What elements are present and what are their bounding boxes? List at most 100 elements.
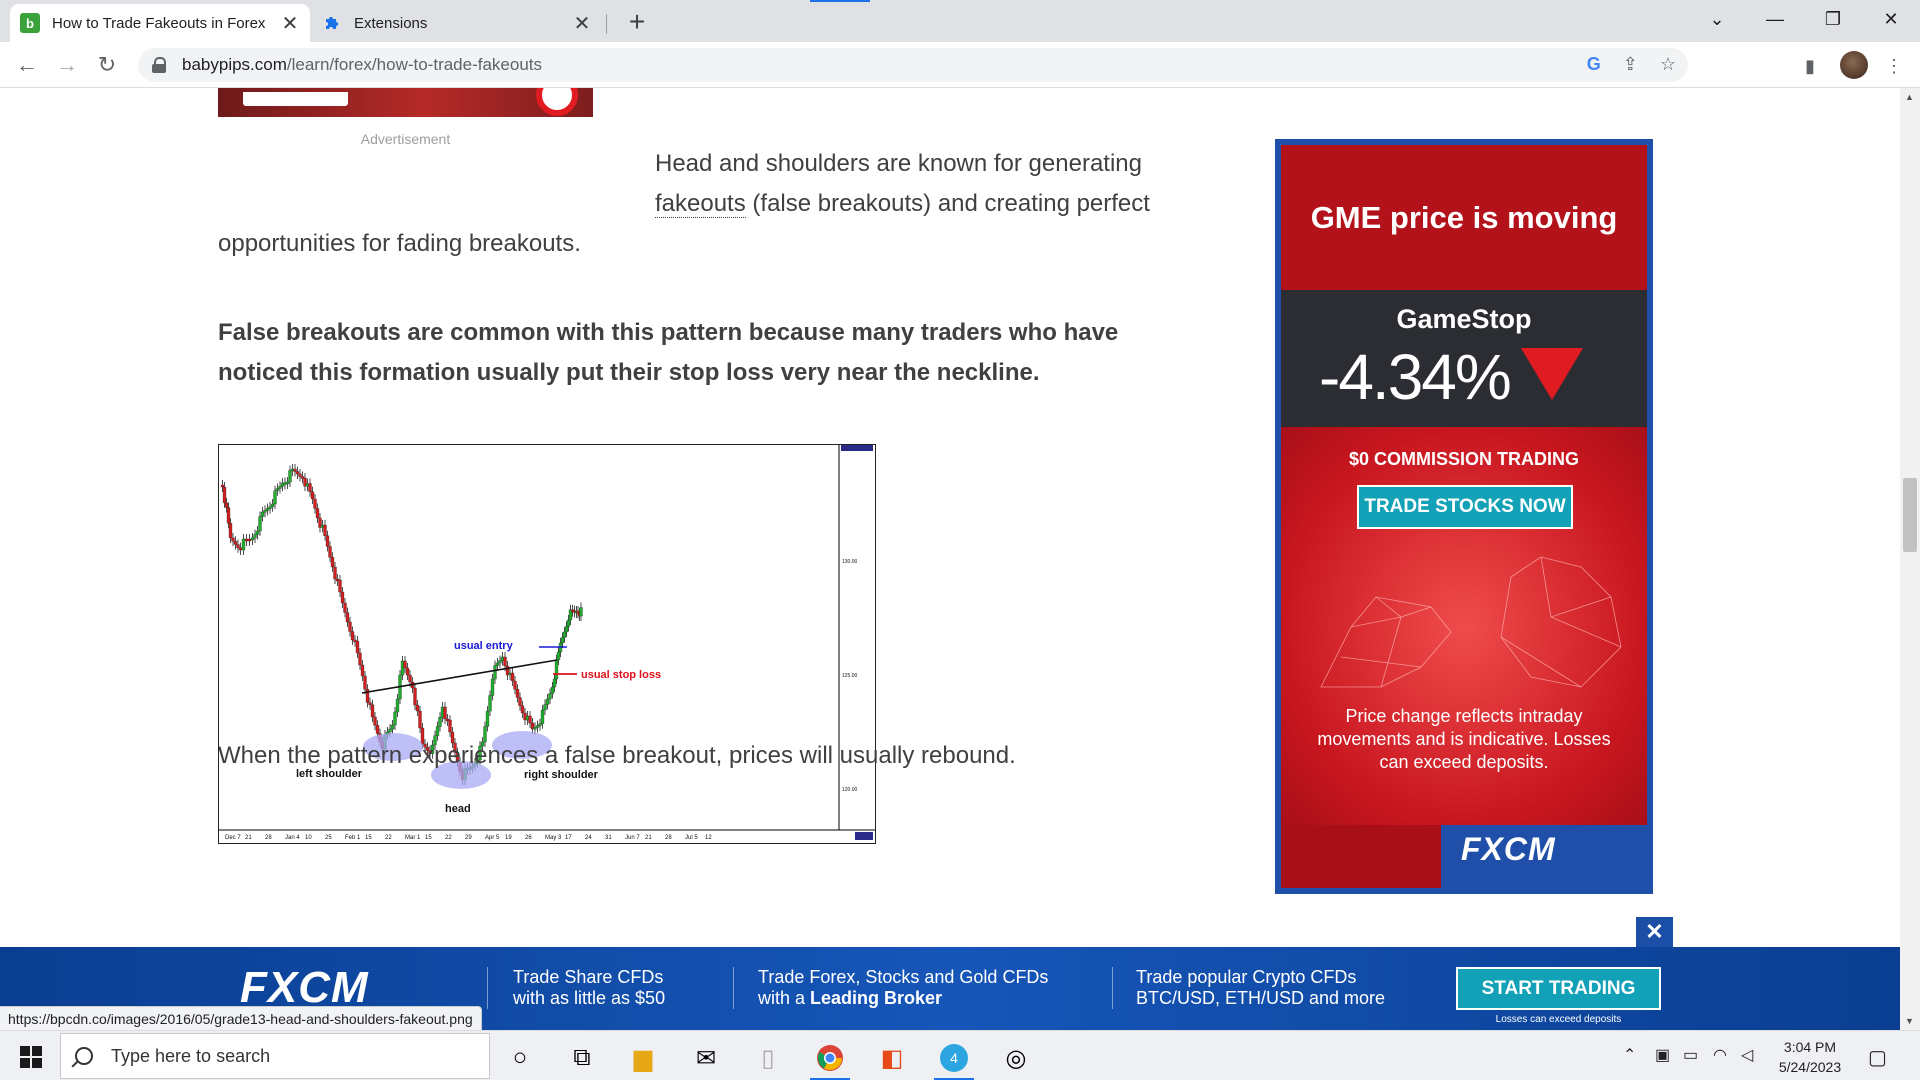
document-icon[interactable]: ▯: [744, 1037, 792, 1079]
mail-icon[interactable]: ✉: [682, 1037, 730, 1079]
candle-body: [323, 524, 327, 536]
file-explorer-icon[interactable]: ▆: [619, 1037, 667, 1079]
browser-toolbar: ← → ↻ babypips.com/learn/forex/how-to-tr…: [0, 42, 1920, 88]
lock-icon[interactable]: [152, 57, 166, 73]
candle-body: [253, 534, 257, 539]
ad-stock-name: GameStop: [1396, 304, 1532, 334]
forward-button[interactable]: →: [52, 50, 82, 80]
media-player-icon[interactable]: ◎: [992, 1037, 1040, 1079]
tab-babypips[interactable]: b How to Trade Fakeouts in Forex ✕: [10, 4, 310, 42]
candle-body: [488, 695, 492, 712]
candle-body: [226, 507, 231, 524]
restore-button[interactable]: ❐: [1804, 0, 1862, 38]
banner-text: with a: [758, 988, 811, 1008]
candle-body: [310, 491, 315, 500]
tab-close-icon[interactable]: ✕: [572, 11, 592, 36]
taskbar-search[interactable]: Type here to search: [60, 1033, 490, 1079]
address-bar[interactable]: babypips.com/learn/forex/how-to-trade-fa…: [138, 48, 1688, 82]
volume-icon[interactable]: ◁: [1741, 1045, 1753, 1065]
task-view-icon[interactable]: ⧉: [558, 1037, 606, 1079]
candle-body: [255, 530, 260, 535]
bookmark-star-icon[interactable]: ☆: [1660, 54, 1676, 75]
profile-avatar[interactable]: [1840, 51, 1868, 79]
scroll-up-icon[interactable]: ▲: [1905, 92, 1914, 102]
candle-body: [273, 490, 277, 505]
candle-body: [520, 705, 525, 714]
gamestop-side-ad[interactable]: GME price is moving GameStop -4.34% $0 C…: [1275, 139, 1653, 894]
new-tab-button[interactable]: +: [622, 6, 652, 38]
telegram-icon[interactable]: 4: [930, 1037, 978, 1080]
date-tick-label: 15: [425, 835, 432, 841]
device-icon[interactable]: ▣: [1655, 1045, 1670, 1065]
candle-body: [233, 541, 238, 545]
candle-body: [270, 503, 275, 507]
date-tick-labels: Dec 7 21 28 Jan 4 10 25 Feb 1 15 22 Mar 1 15 22 29 Ap…: [225, 835, 712, 841]
candle-body: [390, 724, 395, 730]
url-domain: babypips.com: [182, 55, 287, 74]
fakeouts-link[interactable]: fakeouts: [655, 190, 746, 218]
candle-body: [556, 651, 561, 661]
start-trading-button[interactable]: START TRADING: [1456, 967, 1661, 1010]
candle-body: [510, 672, 515, 682]
back-button[interactable]: ←: [12, 50, 42, 80]
share-icon[interactable]: ⇪: [1623, 54, 1638, 75]
reload-button[interactable]: ↻: [92, 50, 122, 80]
minimize-button[interactable]: —: [1746, 0, 1804, 38]
candle-body: [495, 662, 500, 666]
candle-body: [220, 484, 225, 488]
windows-start-icon[interactable]: [20, 1046, 42, 1068]
ad-commission-text: $0 COMMISSION TRADING: [1348, 449, 1580, 469]
menu-kebab-icon[interactable]: ⋮: [1880, 52, 1908, 80]
price-axis-marker: [841, 445, 873, 451]
tab-close-icon[interactable]: ✕: [280, 11, 300, 36]
candle-body: [554, 659, 559, 680]
candle-body: [360, 664, 365, 677]
candle-body: [403, 660, 407, 669]
date-tick-label: 10: [305, 835, 312, 841]
wifi-icon[interactable]: ◠: [1713, 1045, 1727, 1065]
trade-stocks-now-button[interactable]: TRADE STOCKS NOW: [1357, 485, 1573, 529]
candle-body: [393, 711, 397, 726]
google-icon[interactable]: G: [1587, 54, 1601, 75]
battery-icon[interactable]: ▭: [1683, 1045, 1698, 1065]
notification-icon[interactable]: ▢: [1868, 1045, 1887, 1070]
tab-extensions[interactable]: Extensions ✕: [312, 4, 602, 42]
scroll-down-icon[interactable]: ▼: [1905, 1016, 1914, 1026]
side-panel-icon[interactable]: ▮: [1796, 52, 1824, 80]
tab-search-icon[interactable]: ⌄: [1688, 0, 1746, 38]
taskbar-clock[interactable]: 3:04 PM 5/24/2023: [1770, 1037, 1850, 1077]
candle-body: [375, 725, 380, 734]
date-tick-label: 22: [385, 835, 392, 841]
candle-body: [298, 473, 302, 477]
candle-body: [238, 547, 243, 551]
show-hidden-icons-icon[interactable]: ⌃: [1623, 1045, 1636, 1065]
paragraph-1b: fakeouts (false breakouts) and creating …: [655, 184, 1150, 224]
banner-line: with as little as $50: [513, 988, 666, 1008]
candle-body: [370, 704, 375, 718]
cortana-icon[interactable]: ○: [496, 1037, 544, 1079]
head-and-shoulders-chart-image[interactable]: usual entry usual stop loss left shoulde…: [218, 444, 876, 844]
candle-body: [515, 689, 520, 698]
page-scrollbar[interactable]: ▲ ▼: [1900, 88, 1920, 1030]
chrome-icon[interactable]: [806, 1037, 854, 1080]
price-axis-panel: [839, 445, 875, 843]
window-controls: ⌄ — ❐ ✕: [1688, 0, 1920, 38]
candle-body: [250, 537, 255, 541]
close-window-button[interactable]: ✕: [1862, 0, 1920, 38]
candle-body: [278, 486, 282, 489]
banner-divider: [733, 967, 734, 1009]
office-icon[interactable]: ◧: [868, 1037, 916, 1079]
candle-body: [513, 680, 517, 690]
paragraph-1a: Head and shoulders are known for generat…: [655, 144, 1142, 184]
candle-body: [328, 546, 332, 558]
top-ad-banner[interactable]: [218, 88, 593, 117]
price-tick-label: 120.00: [842, 787, 858, 793]
scroll-thumb[interactable]: [1903, 478, 1917, 552]
candle-body: [308, 483, 312, 492]
clock-date: 5/24/2023: [1778, 1059, 1842, 1075]
close-banner-button[interactable]: ✕: [1636, 917, 1673, 947]
head-label: head: [445, 803, 471, 815]
loading-indicator: [810, 0, 870, 2]
candle-body: [247, 538, 252, 542]
candle-body: [340, 591, 345, 604]
